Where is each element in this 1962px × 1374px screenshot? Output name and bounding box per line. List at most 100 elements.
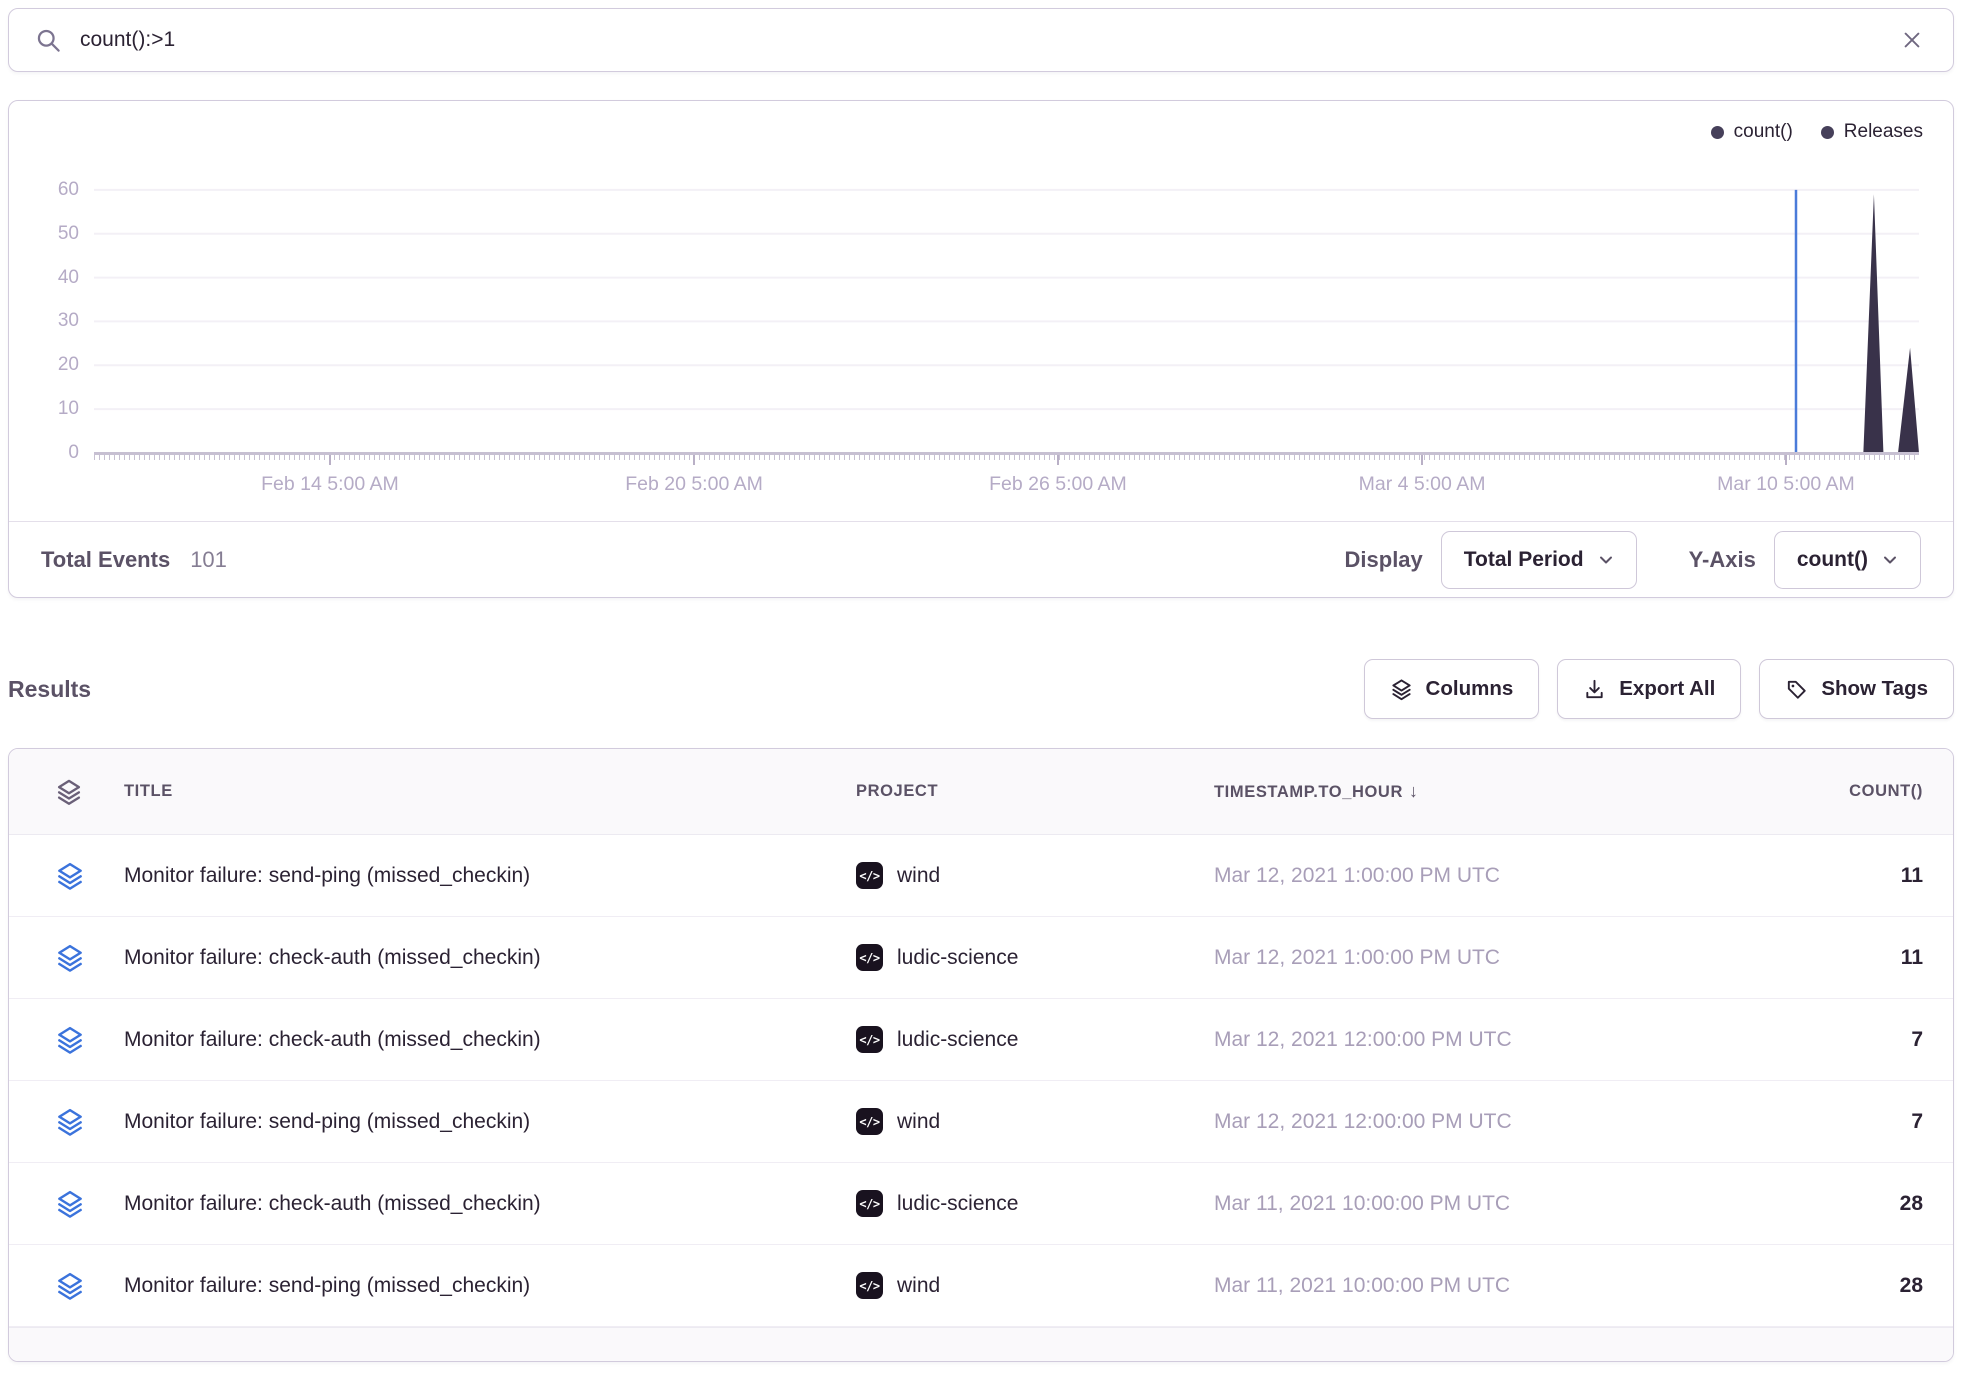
x-axis-tick-label: Feb 26 5:00 AM — [928, 473, 1188, 496]
display-dropdown[interactable]: Total Period — [1441, 531, 1637, 589]
chart-legend: count() Releases — [1711, 121, 1923, 143]
results-table: TITLE PROJECT TIMESTAMP.TO_HOUR↓ COUNT()… — [8, 748, 1954, 1362]
stack-icon — [55, 943, 85, 973]
search-input[interactable] — [80, 28, 1879, 52]
legend-label: count() — [1734, 121, 1793, 143]
column-header-title[interactable]: TITLE — [124, 782, 856, 801]
legend-label: Releases — [1844, 121, 1923, 143]
chevron-down-icon — [1882, 552, 1898, 568]
clear-search-button[interactable] — [1897, 25, 1927, 55]
export-all-button-label: Export All — [1619, 677, 1715, 701]
x-axis-tick-label: Mar 4 5:00 AM — [1292, 473, 1552, 496]
download-icon — [1583, 678, 1606, 701]
yaxis-label: Y-Axis — [1689, 547, 1756, 573]
result-title-link[interactable]: Monitor failure: check-auth (missed_chec… — [124, 946, 541, 969]
project-platform-icon: </> — [856, 1108, 883, 1135]
project-platform-icon: </> — [856, 944, 883, 971]
table-footer — [9, 1327, 1953, 1361]
y-axis-tick-label: 10 — [17, 398, 79, 420]
project-name: wind — [897, 1274, 940, 1298]
result-title-link[interactable]: Monitor failure: send-ping (missed_check… — [124, 864, 530, 887]
result-title-link[interactable]: Monitor failure: check-auth (missed_chec… — [124, 1192, 541, 1215]
display-label: Display — [1345, 547, 1423, 573]
project-platform-icon: </> — [856, 1190, 883, 1217]
project-platform-icon: </> — [856, 1272, 883, 1299]
legend-item-releases[interactable]: Releases — [1821, 121, 1923, 143]
result-title-link[interactable]: Monitor failure: check-auth (missed_chec… — [124, 1028, 541, 1051]
y-axis-tick-label: 50 — [17, 223, 79, 245]
y-axis-tick-label: 0 — [17, 442, 79, 464]
result-count: 28 — [1684, 1192, 1953, 1216]
columns-button-label: Columns — [1426, 677, 1514, 701]
result-count: 28 — [1684, 1274, 1953, 1298]
results-header-row: Results Columns Export All Show Tags — [8, 653, 1954, 725]
result-title-link[interactable]: Monitor failure: send-ping (missed_check… — [124, 1110, 530, 1133]
project-name: wind — [897, 1110, 940, 1134]
x-axis-ticks — [94, 455, 1919, 460]
table-row: Monitor failure: check-auth (missed_chec… — [9, 999, 1953, 1081]
total-events-label: Total Events — [41, 547, 170, 573]
legend-item-count[interactable]: count() — [1711, 121, 1793, 143]
table-row: Monitor failure: check-auth (missed_chec… — [9, 917, 1953, 999]
legend-dot — [1711, 126, 1724, 139]
display-dropdown-value: Total Period — [1464, 548, 1584, 572]
table-header-row: TITLE PROJECT TIMESTAMP.TO_HOUR↓ COUNT() — [9, 749, 1953, 835]
chart-footer: Total Events 101 Display Total Period Y-… — [9, 521, 1953, 597]
y-axis-tick-label: 40 — [17, 267, 79, 289]
y-axis-tick-label: 30 — [17, 310, 79, 332]
legend-dot — [1821, 126, 1834, 139]
x-axis-tick-label: Feb 14 5:00 AM — [200, 473, 460, 496]
result-count: 11 — [1684, 864, 1953, 888]
events-chart-panel: count() Releases 0 10 20 30 40 50 60 Feb 14 5:0… — [8, 100, 1954, 598]
column-header-project[interactable]: PROJECT — [856, 782, 1214, 801]
search-icon — [35, 27, 62, 54]
result-timestamp: Mar 12, 2021 12:00:00 PM UTC — [1214, 1110, 1684, 1134]
show-tags-button[interactable]: Show Tags — [1759, 659, 1954, 719]
x-axis-major-tick — [1057, 455, 1059, 465]
yaxis-dropdown-value: count() — [1797, 548, 1868, 572]
project-name: ludic-science — [897, 1028, 1018, 1052]
yaxis-dropdown[interactable]: count() — [1774, 531, 1921, 589]
column-header-timestamp[interactable]: TIMESTAMP.TO_HOUR↓ — [1214, 781, 1684, 802]
table-row: Monitor failure: send-ping (missed_check… — [9, 1081, 1953, 1163]
result-count: 7 — [1684, 1110, 1953, 1134]
stack-icon — [55, 1189, 85, 1219]
total-events-value: 101 — [190, 547, 227, 573]
tag-icon — [1785, 678, 1808, 701]
close-icon — [1901, 29, 1923, 51]
project-name: ludic-science — [897, 1192, 1018, 1216]
project-platform-icon: </> — [856, 862, 883, 889]
table-row: Monitor failure: send-ping (missed_check… — [9, 1245, 1953, 1327]
project-name: wind — [897, 864, 940, 888]
x-axis-major-tick — [1421, 455, 1423, 465]
chevron-down-icon — [1598, 552, 1614, 568]
export-all-button[interactable]: Export All — [1557, 659, 1741, 719]
result-count: 7 — [1684, 1028, 1953, 1052]
columns-button[interactable]: Columns — [1364, 659, 1540, 719]
x-axis-major-tick — [693, 455, 695, 465]
x-axis-major-tick — [329, 455, 331, 465]
layers-icon — [1390, 678, 1413, 701]
result-timestamp: Mar 11, 2021 10:00:00 PM UTC — [1214, 1274, 1684, 1298]
x-axis-tick-label: Feb 20 5:00 AM — [564, 473, 824, 496]
result-title-link[interactable]: Monitor failure: send-ping (missed_check… — [124, 1274, 530, 1297]
result-count: 11 — [1684, 946, 1953, 970]
search-bar — [8, 8, 1954, 72]
x-axis-major-tick — [1785, 455, 1787, 465]
y-axis-tick-label: 20 — [17, 354, 79, 376]
x-axis-tick-label: Mar 10 5:00 AM — [1656, 473, 1916, 496]
column-header-count[interactable]: COUNT() — [1684, 782, 1953, 801]
project-platform-icon: </> — [856, 1026, 883, 1053]
y-axis-tick-label: 60 — [17, 179, 79, 201]
table-row: Monitor failure: check-auth (missed_chec… — [9, 1163, 1953, 1245]
project-name: ludic-science — [897, 946, 1018, 970]
results-heading: Results — [8, 676, 91, 703]
result-timestamp: Mar 12, 2021 1:00:00 PM UTC — [1214, 946, 1684, 970]
chart-svg — [94, 146, 1919, 453]
stack-icon — [55, 778, 83, 806]
result-timestamp: Mar 12, 2021 1:00:00 PM UTC — [1214, 864, 1684, 888]
show-tags-button-label: Show Tags — [1821, 677, 1928, 701]
stack-icon — [55, 1025, 85, 1055]
chart-body: count() Releases 0 10 20 30 40 50 60 Feb 14 5:0… — [9, 101, 1953, 521]
stack-icon — [55, 861, 85, 891]
